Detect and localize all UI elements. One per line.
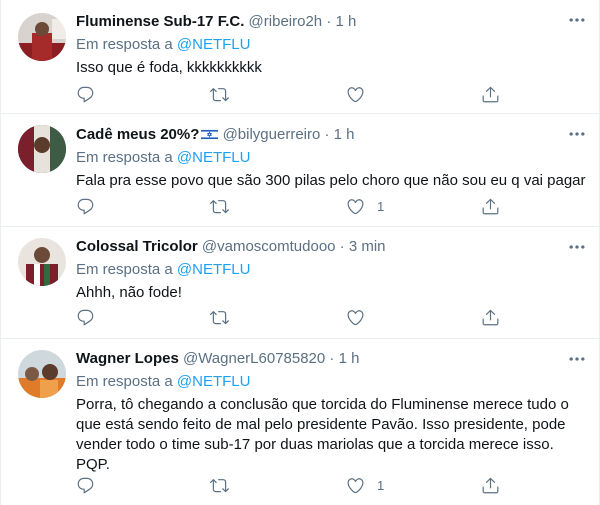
avatar[interactable]: [18, 238, 66, 286]
like-icon: [346, 197, 365, 216]
more-options-icon[interactable]: [567, 10, 587, 30]
reply-mention-link[interactable]: @NETFLU: [177, 36, 251, 53]
share-icon: [481, 308, 500, 327]
reply-prefix: Em resposta a: [76, 373, 173, 390]
share-button[interactable]: [481, 475, 500, 495]
share-icon: [481, 85, 500, 104]
avatar[interactable]: [18, 125, 66, 173]
share-icon: [481, 197, 500, 216]
reply-mention-link[interactable]: @NETFLU: [177, 373, 251, 390]
separator-dot: ·: [326, 13, 332, 30]
reply-button[interactable]: [76, 84, 95, 104]
reply-mention-link[interactable]: @NETFLU: [177, 149, 251, 166]
retweet-button[interactable]: [210, 475, 229, 495]
like-button[interactable]: [346, 307, 377, 327]
user-handle[interactable]: @vamoscomtudooo: [202, 238, 336, 255]
avatar[interactable]: [18, 13, 66, 61]
separator-dot: ·: [324, 126, 330, 143]
tweet-text: Isso que é foda, kkkkkkkkkk: [76, 59, 262, 76]
avatar[interactable]: [18, 350, 66, 398]
reply-button[interactable]: [76, 196, 95, 216]
tweet-actions: [76, 84, 506, 104]
user-handle[interactable]: @bilyguerreiro: [223, 126, 321, 143]
reply-context: Em resposta a @NETFLU: [76, 372, 587, 392]
reply-icon: [76, 85, 95, 104]
retweet-icon: [210, 476, 229, 495]
reply-icon: [76, 197, 95, 216]
reply-icon: [76, 476, 95, 495]
separator-dot: ·: [329, 350, 335, 367]
tweet-text: Porra, tô chegando a conclusão que torci…: [76, 396, 569, 473]
display-name[interactable]: Cadê meus 20%?: [76, 126, 199, 143]
reply-context: Em resposta a @NETFLU: [76, 35, 587, 55]
user-handle[interactable]: @WagnerL60785820: [183, 350, 325, 367]
reply-mention-link[interactable]: @NETFLU: [177, 261, 251, 278]
reply-button[interactable]: [76, 475, 95, 495]
tweet-actions: 1: [76, 475, 506, 495]
share-button[interactable]: [481, 196, 500, 216]
tweet[interactable]: Wagner Lopes @WagnerL60785820 · 1 h Em r…: [1, 339, 600, 505]
share-button[interactable]: [481, 84, 500, 104]
tweet[interactable]: Cadê meus 20%? @bilyguerreiro · 1 h Em r…: [1, 114, 600, 227]
retweet-button[interactable]: [210, 196, 229, 216]
reply-button[interactable]: [76, 307, 95, 327]
display-name[interactable]: Fluminense Sub-17 F.C.: [76, 13, 244, 30]
retweet-icon: [210, 197, 229, 216]
tweet-actions: [76, 307, 506, 327]
tweet[interactable]: Colossal Tricolor @vamoscomtudooo · 3 mi…: [1, 227, 600, 339]
user-handle[interactable]: @ribeiro2h: [249, 13, 323, 30]
tweet-actions: 1: [76, 196, 506, 216]
like-icon: [346, 85, 365, 104]
tweet-header: Fluminense Sub-17 F.C. @ribeiro2h · 1 h: [76, 12, 587, 32]
retweet-button[interactable]: [210, 84, 229, 104]
reply-icon: [76, 308, 95, 327]
like-icon: [346, 476, 365, 495]
tweet-header: Colossal Tricolor @vamoscomtudooo · 3 mi…: [76, 237, 587, 257]
reply-context: Em resposta a @NETFLU: [76, 260, 587, 280]
retweet-icon: [210, 308, 229, 327]
israel-flag-icon: [201, 129, 219, 140]
like-button[interactable]: 1: [346, 196, 384, 216]
reply-prefix: Em resposta a: [76, 261, 173, 278]
tweet-header: Wagner Lopes @WagnerL60785820 · 1 h: [76, 349, 587, 369]
retweet-button[interactable]: [210, 307, 229, 327]
timestamp[interactable]: 1 h: [339, 350, 360, 367]
display-name[interactable]: Wagner Lopes: [76, 350, 179, 367]
separator-dot: ·: [339, 238, 345, 255]
like-button[interactable]: 1: [346, 475, 384, 495]
like-icon: [346, 308, 365, 327]
timestamp[interactable]: 3 min: [349, 238, 386, 255]
more-options-icon[interactable]: [567, 237, 587, 257]
timestamp[interactable]: 1 h: [335, 13, 356, 30]
timeline-frame: Fluminense Sub-17 F.C. @ribeiro2h · 1 h …: [0, 0, 600, 505]
reply-prefix: Em resposta a: [76, 149, 173, 166]
reply-context: Em resposta a @NETFLU: [76, 148, 587, 168]
display-name[interactable]: Colossal Tricolor: [76, 238, 198, 255]
tweet-text: Fala pra esse povo que são 300 pilas pel…: [76, 172, 586, 189]
retweet-icon: [210, 85, 229, 104]
reply-prefix: Em resposta a: [76, 36, 173, 53]
like-count: 1: [377, 198, 385, 214]
share-button[interactable]: [481, 307, 500, 327]
share-icon: [481, 476, 500, 495]
like-button[interactable]: [346, 84, 377, 104]
more-options-icon[interactable]: [567, 349, 587, 369]
tweet-header: Cadê meus 20%? @bilyguerreiro · 1 h: [76, 125, 587, 145]
more-options-icon[interactable]: [567, 124, 587, 144]
tweet[interactable]: Fluminense Sub-17 F.C. @ribeiro2h · 1 h …: [1, 0, 600, 114]
timestamp[interactable]: 1 h: [334, 126, 355, 143]
tweet-text: Ahhh, não fode!: [76, 284, 182, 301]
like-count: 1: [377, 477, 385, 493]
